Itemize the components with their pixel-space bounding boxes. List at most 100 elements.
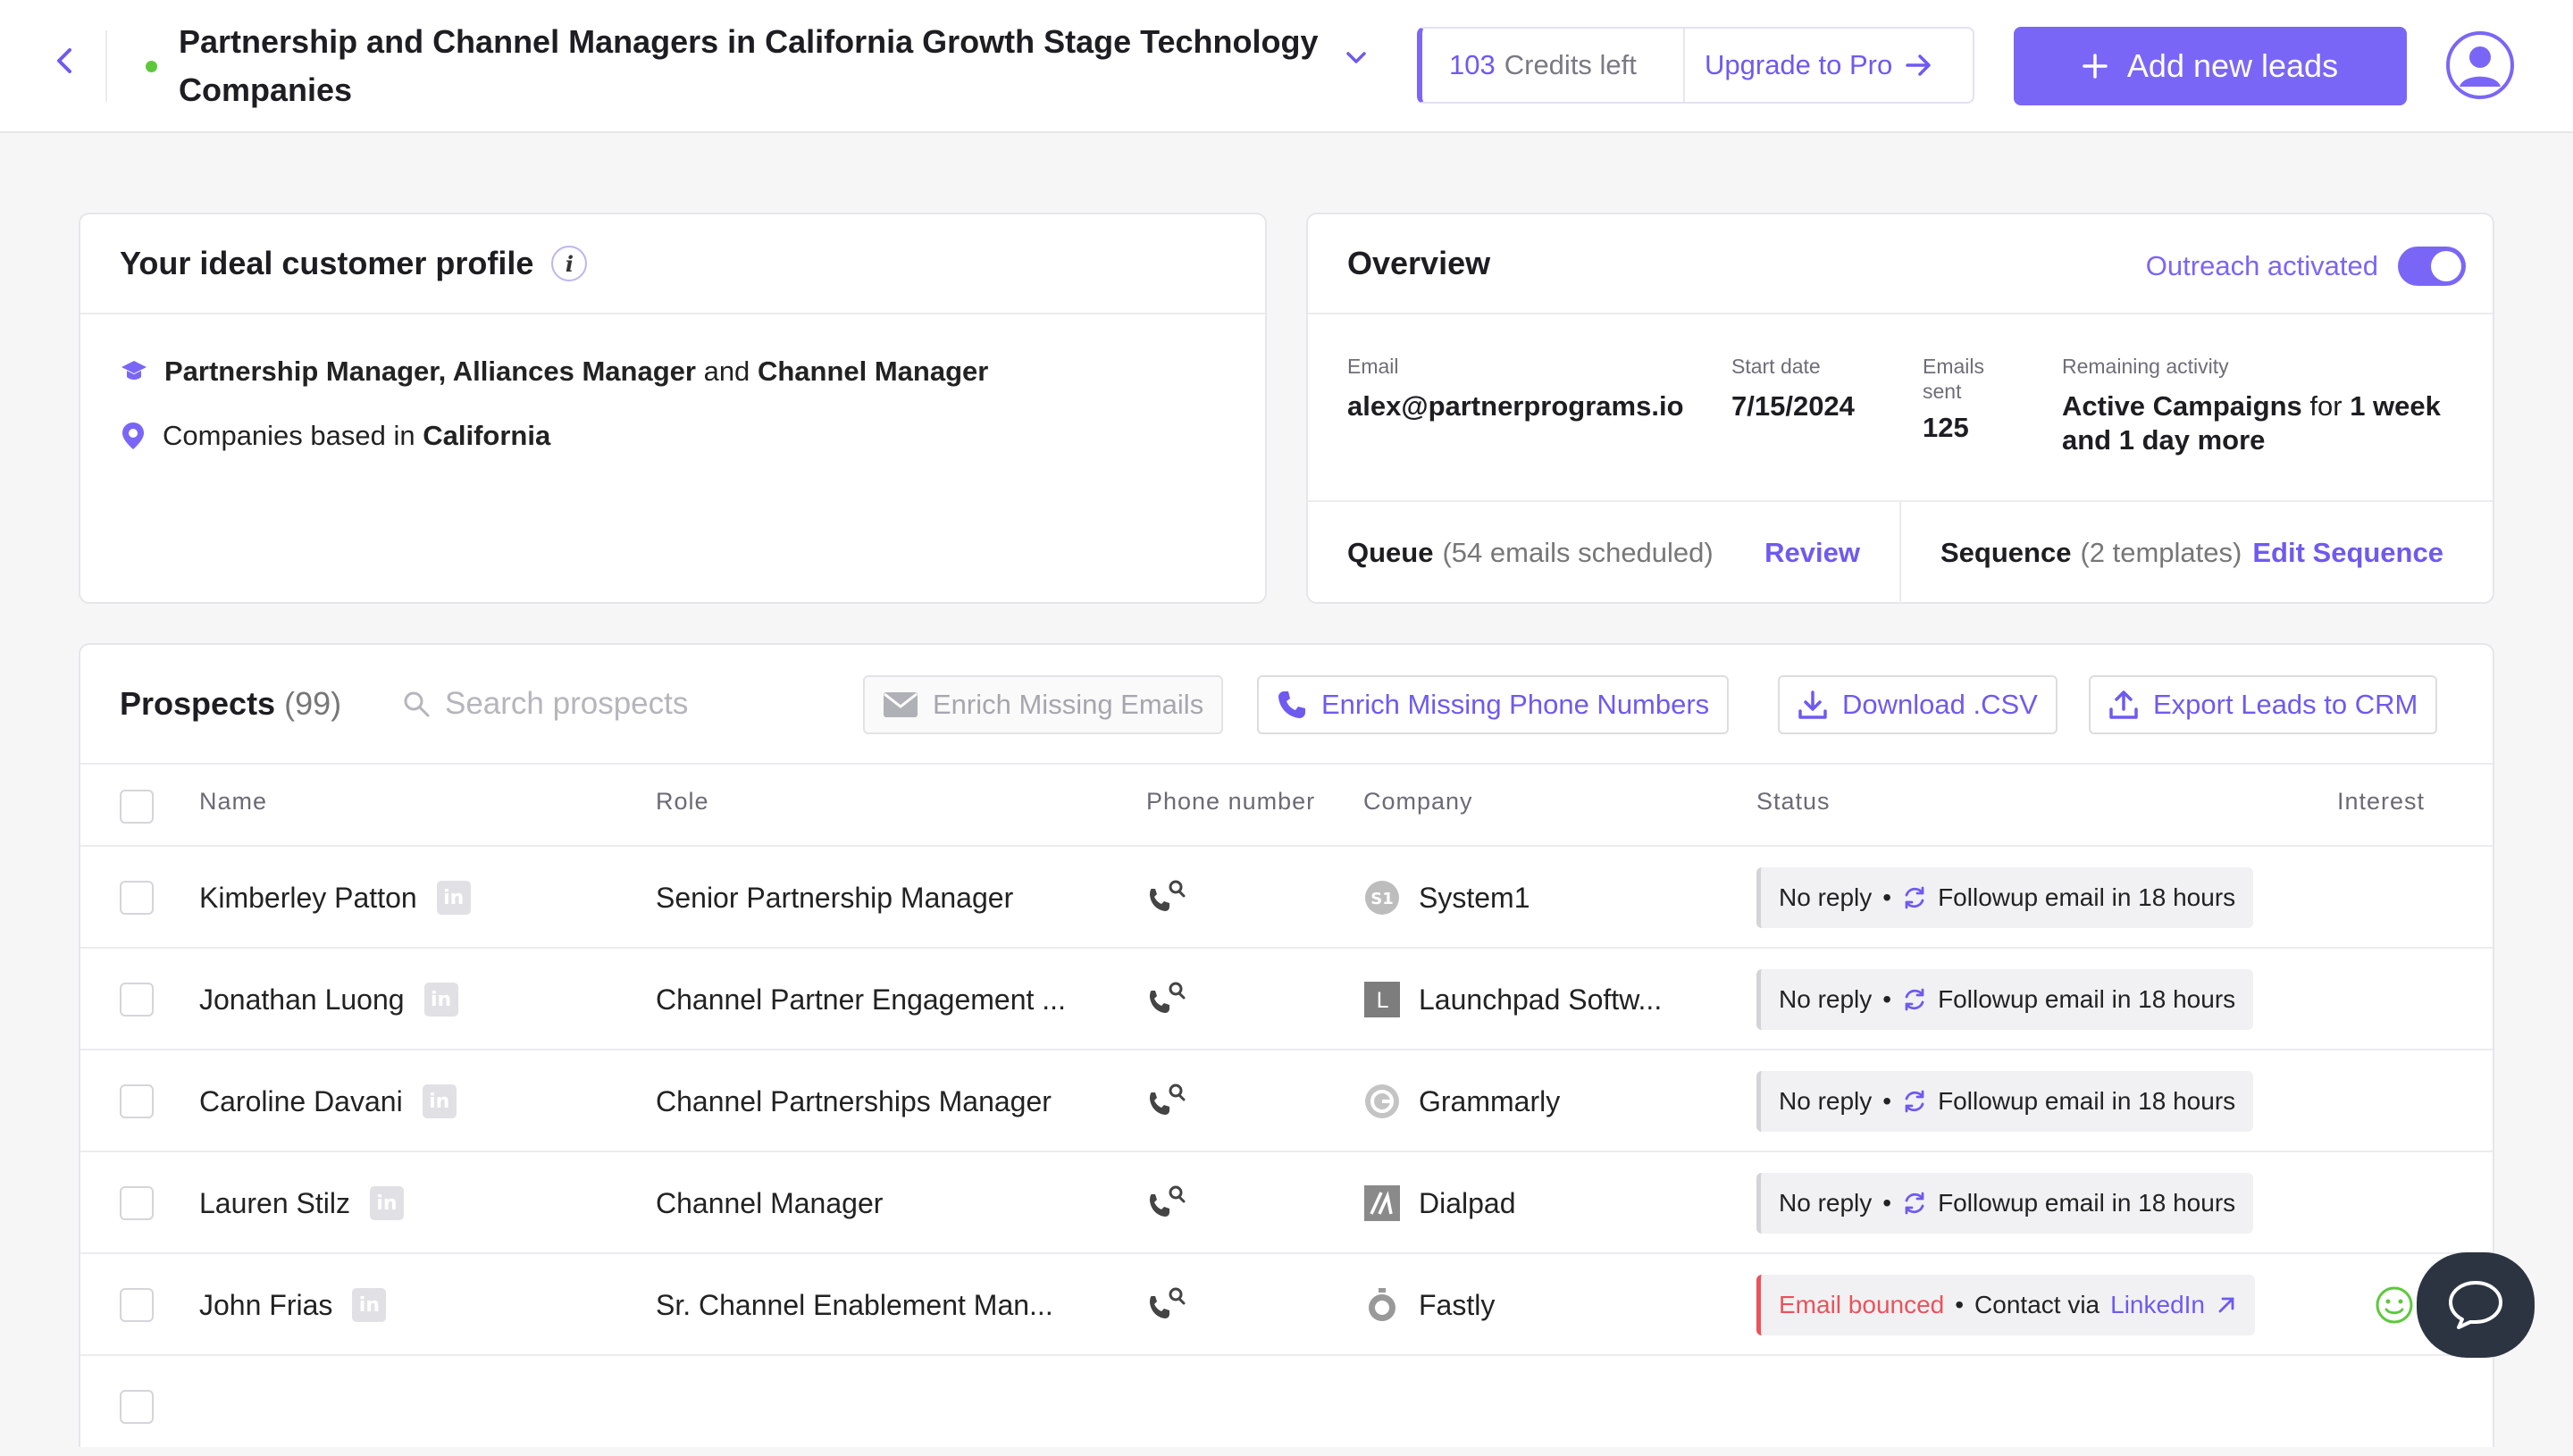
select-all-checkbox[interactable] [120, 790, 154, 824]
col-status[interactable]: Status [1756, 788, 1831, 816]
overview-header: Overview Outreach activated [1308, 214, 2493, 314]
review-link[interactable]: Review [1764, 537, 1860, 569]
row-checkbox[interactable] [120, 1288, 154, 1322]
ideal-customer-profile-card: Your ideal customer profile i Partnershi… [79, 213, 1267, 604]
table-row[interactable]: Kimberley Patton in Senior Partnership Ma… [80, 845, 2493, 947]
phone-search-icon [1150, 880, 1186, 911]
linkedin-contact-label: LinkedIn [2110, 1291, 2205, 1318]
status-dot [146, 61, 157, 72]
enrich-emails-button[interactable]: Enrich Missing Emails [863, 675, 1224, 734]
status-cell: No reply • Followup email in 18 hours [1756, 949, 2254, 1050]
remaining-time-1: 1 week [2350, 390, 2441, 422]
phone-search-button[interactable] [1146, 847, 1187, 949]
outreach-label: Outreach activated [2145, 250, 2378, 281]
credits-box: 103 Credits left Upgrade to Pro [1417, 27, 1974, 104]
row-checkbox[interactable] [120, 983, 154, 1017]
status-cell: No reply • Followup email in 18 hours [1756, 847, 2254, 949]
sequence-label: Sequence [1940, 537, 2072, 568]
linkedin-icon[interactable]: in [436, 881, 471, 915]
title-dropdown[interactable] [1345, 50, 1368, 71]
phone-search-button[interactable] [1146, 1254, 1187, 1356]
table-row[interactable]: Caroline Davani in Channel Partnerships M… [80, 1049, 2493, 1151]
search-placeholder: Search prospects [445, 686, 689, 721]
linkedin-icon[interactable]: in [352, 1288, 387, 1322]
company-name: System1 [1419, 881, 1530, 914]
row-checkbox[interactable] [120, 1390, 154, 1424]
sequence-section: Sequence (2 templates) Edit Sequence [1901, 502, 2493, 604]
prospects-title-text: Prospects [120, 685, 276, 722]
prospect-name-cell: John Frias in [199, 1254, 387, 1356]
start-date-value: 7/15/2024 [1731, 390, 1855, 422]
linkedin-contact-link[interactable]: LinkedIn [2110, 1291, 2205, 1319]
smiley-icon [2376, 1286, 2413, 1324]
phone-search-icon [1150, 1185, 1186, 1217]
add-new-leads-button[interactable]: Add new leads [2014, 27, 2407, 105]
prospect-name-cell: Lauren Stilz in [199, 1152, 404, 1254]
refresh-icon [1905, 886, 1924, 909]
table-row[interactable] [80, 1354, 2493, 1456]
interest-cell[interactable] [2375, 1254, 2414, 1356]
refresh-icon [1905, 1090, 1924, 1113]
outreach-toggle-group: Outreach activated [2146, 247, 2466, 286]
company-cell: L Launchpad Softw... [1363, 949, 1662, 1050]
search-icon [404, 691, 430, 717]
sequence-detail: (2 templates) [2080, 537, 2242, 568]
queue-label: Queue [1347, 537, 1434, 568]
linkedin-icon[interactable]: in [369, 1186, 404, 1220]
upgrade-link[interactable]: Upgrade to Pro [1685, 29, 1973, 102]
search-prospects[interactable]: Search prospects [402, 686, 688, 722]
col-role[interactable]: Role [656, 788, 709, 816]
header-divider [105, 30, 107, 102]
linkedin-icon[interactable]: in [422, 1084, 457, 1118]
company-logo-icon [1363, 1286, 1401, 1324]
table-row[interactable]: John Frias in Sr. Channel Enablement Man.… [80, 1252, 2493, 1354]
enrich-phones-button[interactable]: Enrich Missing Phone Numbers [1257, 675, 1730, 734]
phone-search-button[interactable] [1146, 1050, 1187, 1152]
remaining-time-2: and 1 day more [2062, 424, 2266, 456]
col-interest[interactable]: Interest [2337, 788, 2425, 816]
prospect-name-cell: Jonathan Luong in [199, 949, 458, 1050]
prospect-name: Lauren Stilz [199, 1186, 350, 1219]
emails-sent-value: 125 [1923, 412, 1969, 443]
phone-search-button[interactable] [1146, 949, 1187, 1050]
linkedin-icon[interactable]: in [423, 983, 458, 1017]
company-logo-icon [1363, 1083, 1401, 1120]
user-avatar[interactable] [2445, 30, 2515, 100]
info-icon[interactable]: i [551, 246, 588, 281]
phone-search-icon [1150, 982, 1186, 1013]
back-button[interactable] [46, 43, 82, 79]
company-cell: Fastly [1363, 1254, 1495, 1356]
company-cell: Dialpad [1363, 1152, 1516, 1254]
col-company[interactable]: Company [1363, 788, 1473, 816]
status-separator: • [1882, 883, 1892, 911]
prospect-role: Senior Partnership Manager [656, 881, 1014, 914]
outreach-toggle[interactable] [2398, 247, 2466, 286]
credits-label: Credits left [1504, 49, 1637, 80]
overview-email: Email alex@partnerprograms.io [1347, 354, 1684, 423]
table-row[interactable]: Jonathan Luong in Channel Partner Engagem… [80, 947, 2493, 1049]
col-phone[interactable]: Phone number [1146, 788, 1315, 816]
chat-launcher-button[interactable] [2417, 1252, 2535, 1358]
external-link-icon [2218, 1297, 2234, 1313]
download-csv-button[interactable]: Download .CSV [1778, 675, 2058, 734]
status-separator: • [1955, 1291, 1965, 1318]
icp-header: Your ideal customer profile i [80, 214, 1265, 314]
row-checkbox[interactable] [120, 881, 154, 915]
phone-search-button[interactable] [1146, 1152, 1187, 1254]
company-name: Grammarly [1419, 1084, 1561, 1117]
status-badge: No reply • Followup email in 18 hours [1756, 1173, 2254, 1234]
email-value: alex@partnerprograms.io [1347, 390, 1684, 422]
row-checkbox[interactable] [120, 1084, 154, 1118]
table-row[interactable]: Lauren Stilz in Channel Manager Dialpad N… [80, 1151, 2493, 1252]
col-name[interactable]: Name [199, 788, 267, 816]
status-cell: Email bounced • Contact via LinkedIn [1756, 1254, 2255, 1356]
export-crm-button[interactable]: Export Leads to CRM [2089, 675, 2438, 734]
edit-sequence-link[interactable]: Edit Sequence [2252, 537, 2443, 569]
status-badge: No reply • Followup email in 18 hours [1756, 867, 2254, 928]
arrow-right-icon [1906, 54, 1931, 76]
overview-footer: Queue (54 emails scheduled) Review Sequen… [1308, 500, 2493, 604]
icp-roles-secondary: Channel Manager [757, 356, 989, 387]
row-checkbox[interactable] [120, 1186, 154, 1220]
refresh-icon [1905, 988, 1924, 1011]
status-secondary: Contact via [1974, 1291, 2100, 1318]
